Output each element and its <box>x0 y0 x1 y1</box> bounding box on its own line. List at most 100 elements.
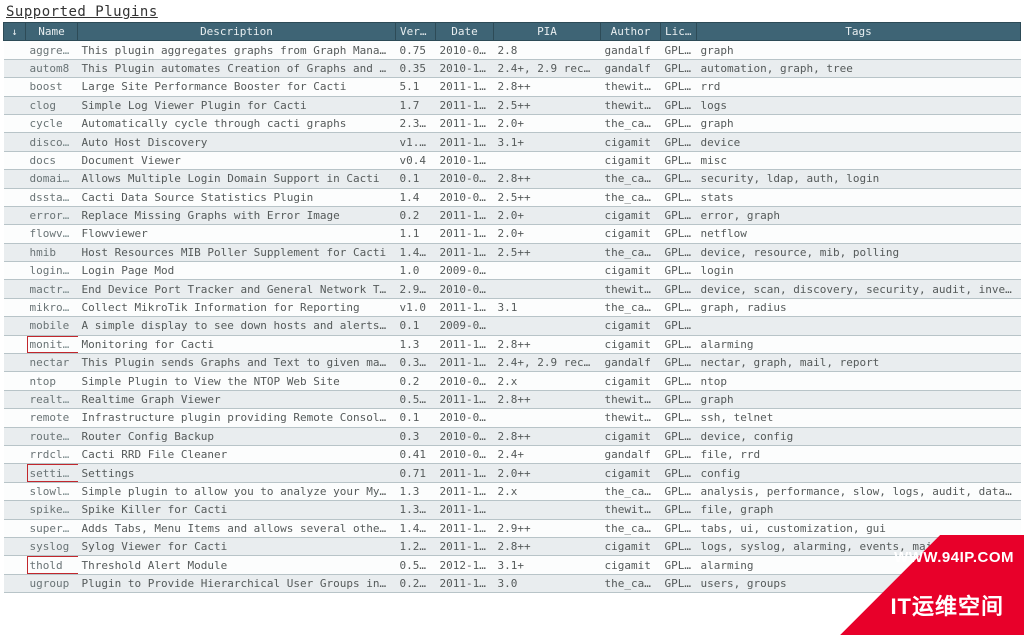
plugin-author[interactable]: the_cacti_group <box>601 243 661 261</box>
plugin-author[interactable]: thewitness <box>601 409 661 427</box>
plugin-author[interactable]: the_cacti_group <box>601 519 661 537</box>
plugin-author[interactable]: cigamit <box>601 427 661 445</box>
plugin-author[interactable]: cigamit <box>601 225 661 243</box>
plugin-link[interactable]: spikekill <box>30 503 78 516</box>
plugin-name-cell[interactable]: nectar <box>26 354 78 372</box>
plugin-name-cell[interactable]: ugroup <box>26 574 78 592</box>
plugin-name-cell[interactable]: hmib <box>26 243 78 261</box>
plugin-author[interactable]: the_cacti_group <box>601 170 661 188</box>
plugin-author[interactable]: the_cacti_group <box>601 298 661 316</box>
plugin-name-cell[interactable]: autom8 <box>26 59 78 77</box>
plugin-link[interactable]: ugroup <box>30 577 70 590</box>
plugin-author[interactable]: cigamit <box>601 151 661 169</box>
plugin-name-cell[interactable]: settings <box>26 464 78 482</box>
plugin-author[interactable]: gandalf <box>601 354 661 372</box>
col-header-pia[interactable]: PIA <box>494 23 601 41</box>
plugin-author[interactable]: thewitness <box>601 280 661 298</box>
plugin-link[interactable]: ntop <box>30 375 57 388</box>
plugin-link[interactable]: discovery <box>30 136 78 149</box>
plugin-link[interactable]: aggregate <box>30 44 78 57</box>
col-header-author[interactable]: Author <box>601 23 661 41</box>
plugin-name-cell[interactable]: clog <box>26 96 78 114</box>
plugin-name-cell[interactable]: routerconfigs <box>26 427 78 445</box>
plugin-link[interactable]: syslog <box>30 540 70 553</box>
plugin-author[interactable]: gandalf <box>601 445 661 463</box>
plugin-link[interactable]: remote <box>30 411 70 424</box>
plugin-link[interactable]: boost <box>30 80 63 93</box>
plugin-name-cell[interactable]: mikrotik <box>26 298 78 316</box>
plugin-link[interactable]: autom8 <box>30 62 70 75</box>
plugin-name-cell[interactable]: aggregate <box>26 41 78 59</box>
plugin-author[interactable]: cigamit <box>601 335 661 353</box>
plugin-name-cell[interactable]: monitor <box>26 335 78 353</box>
plugin-name-cell[interactable]: mobile <box>26 317 78 335</box>
plugin-author[interactable]: thewitness <box>601 78 661 96</box>
plugin-name-cell[interactable]: thold <box>26 556 78 574</box>
plugin-link[interactable]: mobile <box>30 319 70 332</box>
plugin-author[interactable]: cigamit <box>601 372 661 390</box>
plugin-link[interactable]: rrdclean <box>30 448 78 461</box>
plugin-link[interactable]: errorimage <box>30 209 78 222</box>
plugin-name-cell[interactable]: errorimage <box>26 206 78 224</box>
plugin-link[interactable]: hmib <box>30 246 57 259</box>
plugin-author[interactable]: the_cacti_group <box>601 114 661 132</box>
plugin-name-cell[interactable]: domains <box>26 170 78 188</box>
plugin-link[interactable]: settings <box>30 467 78 480</box>
plugin-link[interactable]: clog <box>30 99 57 112</box>
plugin-link[interactable]: routerconfigs <box>30 430 78 443</box>
plugin-name-cell[interactable]: rrdclean <box>26 445 78 463</box>
plugin-name-cell[interactable]: slowlog <box>26 482 78 500</box>
col-header-tags[interactable]: Tags <box>697 23 1021 41</box>
plugin-link[interactable]: nectar <box>30 356 70 369</box>
plugin-link[interactable]: domains <box>30 172 76 185</box>
col-header-version[interactable]: Version <box>396 23 436 41</box>
col-header-date[interactable]: Date <box>436 23 494 41</box>
col-header-sort[interactable]: ↓ <box>4 23 26 41</box>
plugin-author[interactable]: cigamit <box>601 262 661 280</box>
col-header-license[interactable]: License <box>661 23 697 41</box>
plugin-link[interactable]: flowview <box>30 227 78 240</box>
plugin-link[interactable]: loginmod <box>30 264 78 277</box>
plugin-name-cell[interactable]: docs <box>26 151 78 169</box>
plugin-author[interactable]: the_cacti_group <box>601 482 661 500</box>
plugin-author[interactable]: cigamit <box>601 556 661 574</box>
plugin-name-cell[interactable]: flowview <box>26 225 78 243</box>
plugin-author[interactable]: cigamit <box>601 537 661 555</box>
plugin-author[interactable]: the_cacti_group <box>601 574 661 592</box>
plugin-name-cell[interactable]: realtime <box>26 390 78 408</box>
plugin-link[interactable]: slowlog <box>30 485 76 498</box>
plugin-link[interactable]: monitor <box>30 338 76 351</box>
plugin-author[interactable]: gandalf <box>601 41 661 59</box>
plugin-author[interactable]: cigamit <box>601 206 661 224</box>
plugin-link[interactable]: superlinks <box>30 522 78 535</box>
plugin-author[interactable]: the_cacti_group <box>601 188 661 206</box>
plugin-author[interactable]: thewitness <box>601 96 661 114</box>
plugin-name-cell[interactable]: loginmod <box>26 262 78 280</box>
plugin-name-cell[interactable]: spikekill <box>26 501 78 519</box>
plugin-author[interactable]: cigamit <box>601 464 661 482</box>
plugin-author[interactable]: cigamit <box>601 133 661 151</box>
plugin-link[interactable]: mikrotik <box>30 301 78 314</box>
plugin-author[interactable]: thewitness <box>601 501 661 519</box>
plugin-name-cell[interactable]: syslog <box>26 537 78 555</box>
plugin-link[interactable]: thold <box>30 559 63 572</box>
plugin-author[interactable]: cigamit <box>601 317 661 335</box>
plugin-link[interactable]: docs <box>30 154 57 167</box>
plugin-name-cell[interactable]: dsstats <box>26 188 78 206</box>
plugin-author[interactable]: gandalf <box>601 59 661 77</box>
plugin-name-cell[interactable]: boost <box>26 78 78 96</box>
col-header-description[interactable]: Description <box>78 23 396 41</box>
plugin-name-cell[interactable]: remote <box>26 409 78 427</box>
plugin-name-cell[interactable]: superlinks <box>26 519 78 537</box>
plugin-version: 1.4 <box>396 188 436 206</box>
plugin-link[interactable]: mactrack <box>30 283 78 296</box>
plugin-link[interactable]: realtime <box>30 393 78 406</box>
col-header-name[interactable]: Name <box>26 23 78 41</box>
plugin-name-cell[interactable]: cycle <box>26 114 78 132</box>
plugin-link[interactable]: cycle <box>30 117 63 130</box>
plugin-link[interactable]: dsstats <box>30 191 76 204</box>
plugin-author[interactable]: thewitness <box>601 390 661 408</box>
plugin-name-cell[interactable]: ntop <box>26 372 78 390</box>
plugin-name-cell[interactable]: discovery <box>26 133 78 151</box>
plugin-name-cell[interactable]: mactrack <box>26 280 78 298</box>
